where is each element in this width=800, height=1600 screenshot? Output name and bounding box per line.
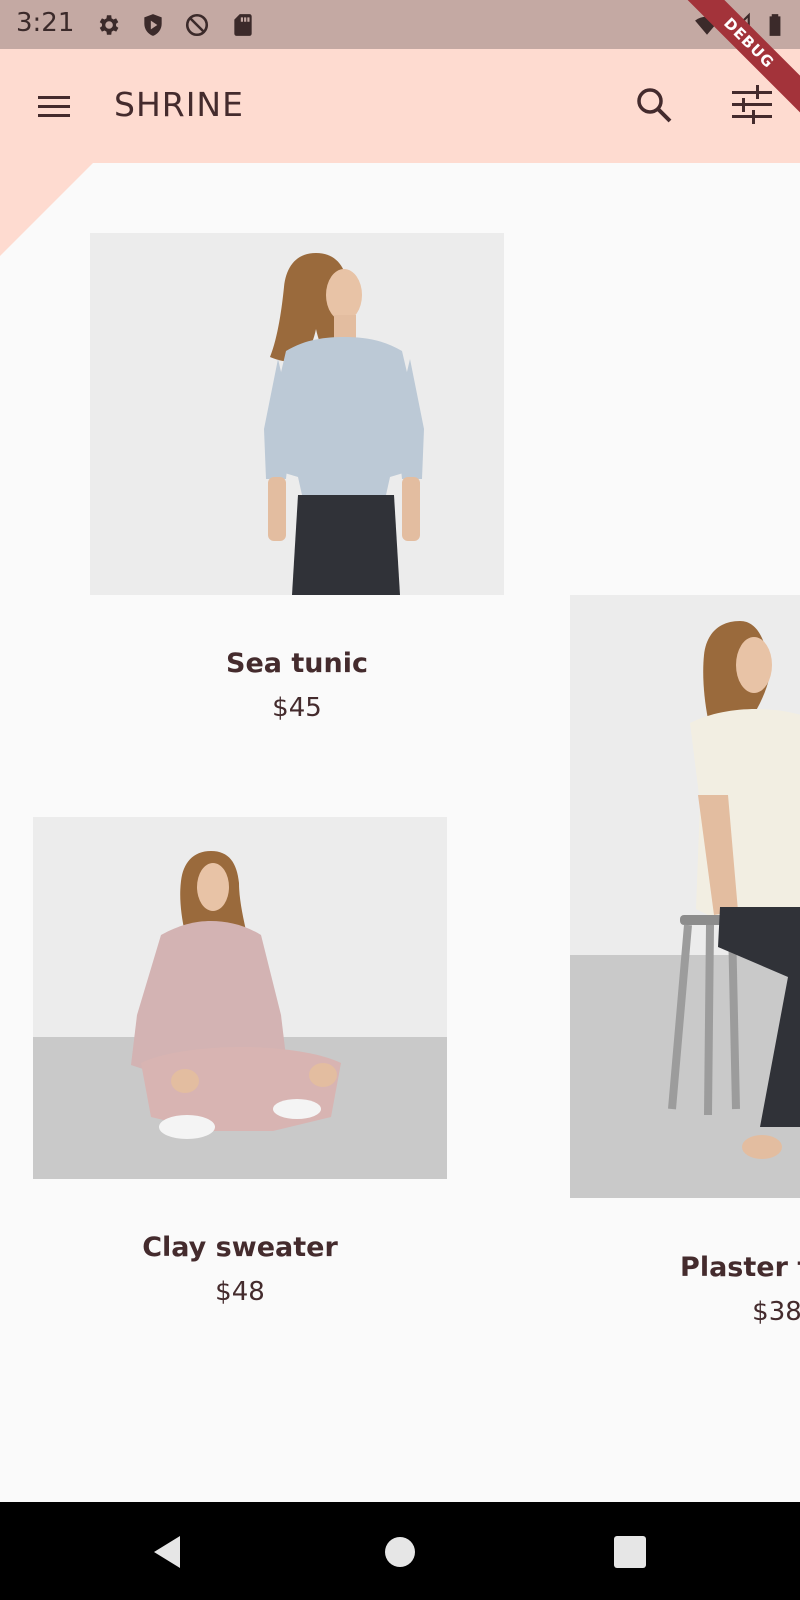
back-button[interactable]	[146, 1530, 190, 1574]
menu-button[interactable]	[32, 85, 76, 129]
product-price: $45	[272, 693, 322, 723]
backdrop-corner-cut	[0, 163, 93, 256]
product-image-sea-tunic	[90, 233, 504, 595]
sd-card-icon	[230, 12, 256, 38]
shield-icon	[140, 12, 166, 38]
product-name: Plaster tunic	[680, 1252, 800, 1283]
product-name: Sea tunic	[226, 648, 368, 679]
search-icon	[637, 88, 672, 123]
search-button[interactable]	[630, 81, 678, 129]
product-price: $38	[752, 1297, 800, 1327]
home-button[interactable]	[378, 1530, 422, 1574]
status-bar: 3:21	[0, 0, 800, 49]
battery-icon	[762, 12, 788, 38]
app-bar: SHRINE	[0, 49, 800, 163]
sync-disabled-icon	[184, 12, 210, 38]
recents-icon	[614, 1536, 646, 1568]
home-icon	[385, 1537, 415, 1567]
product-image-plaster-tunic	[570, 595, 800, 1198]
product-name: Clay sweater	[142, 1232, 338, 1263]
app-title: SHRINE	[114, 85, 244, 124]
back-icon	[154, 1536, 180, 1568]
status-time: 3:21	[16, 8, 75, 38]
menu-icon	[38, 96, 70, 117]
tune-icon	[732, 85, 772, 124]
settings-icon	[95, 12, 121, 38]
product-card-clay-sweater[interactable]: Clay sweater $48	[33, 817, 447, 1317]
product-card-plaster-tunic[interactable]: Plaster tunic $38	[570, 595, 800, 1345]
filter-button[interactable]	[728, 81, 776, 129]
navigation-bar	[0, 1502, 800, 1600]
recents-button[interactable]	[608, 1530, 652, 1574]
product-image-clay-sweater	[33, 817, 447, 1179]
product-card-sea-tunic[interactable]: Sea tunic $45	[90, 233, 504, 733]
product-price: $48	[215, 1277, 265, 1307]
